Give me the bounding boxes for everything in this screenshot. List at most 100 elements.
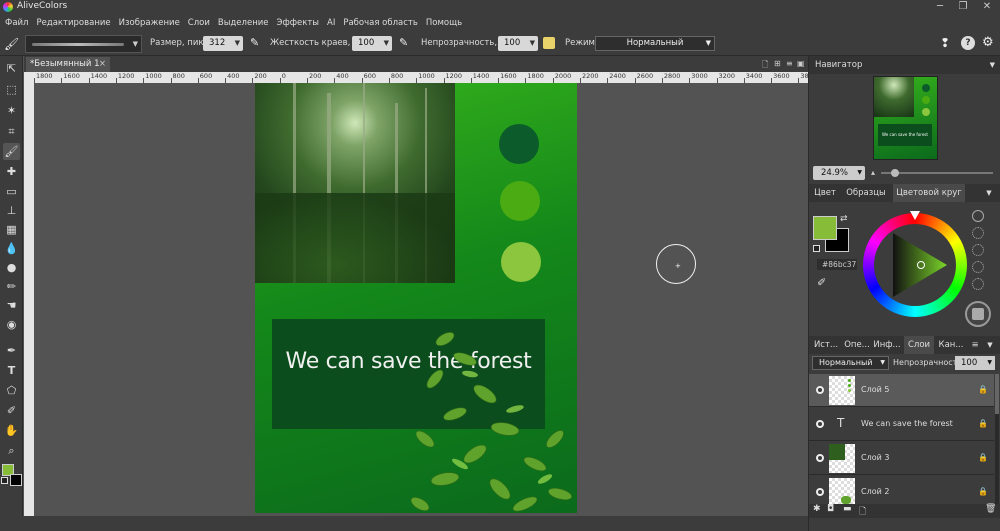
eraser-tool-icon[interactable]: ▭ [3, 183, 20, 200]
menu-select[interactable]: Выделение [214, 14, 273, 32]
chevron-down-icon[interactable]: ▼ [990, 56, 995, 74]
trash-icon[interactable]: 🗑 [985, 504, 996, 514]
menu-effects[interactable]: Эффекты [273, 14, 324, 32]
canvas-area[interactable]: We can save the forest + [34, 83, 808, 516]
smudge-tool-icon[interactable]: ☚ [3, 297, 20, 314]
menu-lines-icon[interactable]: ≡ [786, 59, 793, 68]
layer-row[interactable]: Слой 5 🔒 [809, 374, 994, 407]
lock-icon[interactable]: 🔒 [978, 487, 988, 496]
layers-scrollbar[interactable] [995, 374, 999, 508]
hardness-input[interactable]: 100 ▼ [352, 36, 392, 51]
tab-channels[interactable]: Кан... [936, 336, 966, 354]
menu-edit[interactable]: Редактирование [32, 14, 114, 32]
navigator-preview[interactable]: We can save the forest [873, 76, 938, 160]
text-tool-icon[interactable]: T [3, 362, 20, 379]
close-tab-icon[interactable]: × [99, 57, 106, 72]
redeye-tool-icon[interactable]: ◉ [3, 316, 20, 333]
wheel-mode-icon[interactable] [972, 244, 984, 256]
pressure-hardness-icon[interactable]: ✎ [399, 36, 408, 49]
chevron-down-icon[interactable]: ▼ [984, 336, 996, 354]
visibility-eye-icon[interactable] [816, 454, 824, 462]
panel-menu-icon[interactable]: ≡ [969, 336, 981, 354]
menu-file[interactable]: Файл [1, 14, 32, 32]
magic-wand-tool-icon[interactable]: ✶ [3, 102, 20, 119]
menu-image[interactable]: Изображение [115, 14, 184, 32]
chevron-down-icon[interactable]: ▼ [983, 184, 995, 202]
brush-tool-icon[interactable]: 🖌 [3, 143, 20, 160]
tab-layers[interactable]: Слои [904, 336, 934, 354]
zoom-tool-icon[interactable]: ⌕ [3, 442, 20, 459]
zoom-out-icon[interactable]: ▴ [871, 169, 876, 177]
folder-icon[interactable]: ▬ [843, 504, 852, 514]
hand-tool-icon[interactable]: ✋ [3, 422, 20, 439]
document-tab[interactable]: *Безымянный 1 × [26, 57, 110, 72]
close-window-button[interactable]: ✕ [977, 0, 997, 14]
pressure-size-icon[interactable]: ✎ [250, 36, 259, 49]
swap-colors-icon[interactable]: ⇄ [840, 214, 848, 224]
wheel-shape-icon[interactable] [965, 301, 991, 327]
new-layer-icon[interactable]: 🗋 [859, 504, 866, 520]
tab-history[interactable]: Ист... [812, 336, 840, 354]
zoom-slider[interactable] [881, 169, 993, 177]
brush-preset-picker[interactable]: ▼ [25, 35, 142, 53]
tab-info[interactable]: Инф... [873, 336, 901, 354]
stamp-tool-icon[interactable]: ⊥ [3, 202, 20, 219]
eyedropper-tool-icon[interactable]: ✐ [3, 402, 20, 419]
tab-swatches[interactable]: Образцы [843, 184, 889, 202]
blend-mode-select[interactable]: Нормальный ▼ [595, 36, 715, 51]
zoom-input[interactable]: 24.9% ▼ [813, 166, 865, 180]
crop-tool-icon[interactable]: ⌗ [3, 123, 20, 140]
layer-blend-mode-select[interactable]: Нормальный ▼ [812, 356, 889, 370]
new-doc-icon[interactable]: 🗋 [762, 59, 768, 73]
fill-tool-icon[interactable]: ▦ [3, 221, 20, 238]
healing-tool-icon[interactable]: ✚ [3, 163, 20, 180]
help-icon[interactable]: ? [961, 36, 975, 50]
pressure-opacity-icon[interactable] [543, 37, 555, 49]
layer-row[interactable]: T We can save the forest 🔒 [809, 408, 994, 441]
dodge-tool-icon[interactable]: ● [3, 259, 20, 276]
background-color-swatch[interactable] [10, 474, 22, 486]
default-colors-icon[interactable] [813, 245, 820, 252]
tab-color-wheel[interactable]: Цветовой круг [893, 184, 965, 202]
color-wheel[interactable] [863, 211, 967, 317]
tile-icon[interactable]: ⊞ [774, 59, 781, 68]
hex-field[interactable]: #86bc37 [817, 259, 857, 270]
menu-ai[interactable]: AI [323, 14, 339, 32]
layer-opacity-input[interactable]: 100 ▼ [955, 356, 995, 370]
color-triangle[interactable] [877, 227, 953, 303]
minimize-button[interactable]: ─ [930, 0, 950, 14]
artboard[interactable]: We can save the forest [255, 83, 577, 513]
default-colors-icon[interactable] [1, 477, 8, 484]
move-tool-icon[interactable]: ⇱ [3, 60, 20, 77]
visibility-eye-icon[interactable] [816, 488, 824, 496]
lock-icon[interactable]: 🔒 [978, 385, 988, 394]
visibility-eye-icon[interactable] [816, 386, 824, 394]
wheel-mode-icon[interactable] [972, 261, 984, 273]
close-all-icon[interactable]: ▣ [797, 59, 805, 68]
opacity-input[interactable]: 100 ▼ [498, 36, 538, 51]
wheel-mode-icon[interactable] [972, 227, 984, 239]
menu-help[interactable]: Помощь [422, 14, 466, 32]
layer-row[interactable]: Слой 3 🔒 [809, 442, 994, 475]
size-input[interactable]: 312 ▼ [203, 36, 243, 51]
gear-icon[interactable]: ⚙ [982, 35, 994, 50]
maximize-button[interactable]: ❐ [953, 0, 973, 14]
mask-icon[interactable]: ◘ [827, 504, 834, 514]
eyedropper-icon[interactable]: ✐ [817, 276, 826, 289]
menu-workspace[interactable]: Рабочая область [339, 14, 422, 32]
visibility-eye-icon[interactable] [816, 420, 824, 428]
zoom-slider-thumb[interactable] [891, 169, 900, 177]
pencil-tool-icon[interactable]: ✏ [3, 278, 20, 295]
pen-tool-icon[interactable]: ✒ [3, 342, 20, 359]
menu-layers[interactable]: Слои [184, 14, 214, 32]
blur-tool-icon[interactable]: 💧 [3, 240, 20, 257]
tab-operations[interactable]: Опе... [843, 336, 871, 354]
wheel-mode-icon[interactable] [972, 210, 984, 222]
tab-color[interactable]: Цвет [812, 184, 838, 202]
wheel-mode-icon[interactable] [972, 278, 984, 290]
fg-color-swatch[interactable] [813, 216, 837, 240]
feedback-icon[interactable]: ❢ [940, 36, 950, 50]
marquee-tool-icon[interactable]: ⬚ [3, 81, 20, 98]
shape-tool-icon[interactable]: ⬠ [3, 382, 20, 399]
star-icon[interactable]: ✱ [813, 504, 821, 514]
